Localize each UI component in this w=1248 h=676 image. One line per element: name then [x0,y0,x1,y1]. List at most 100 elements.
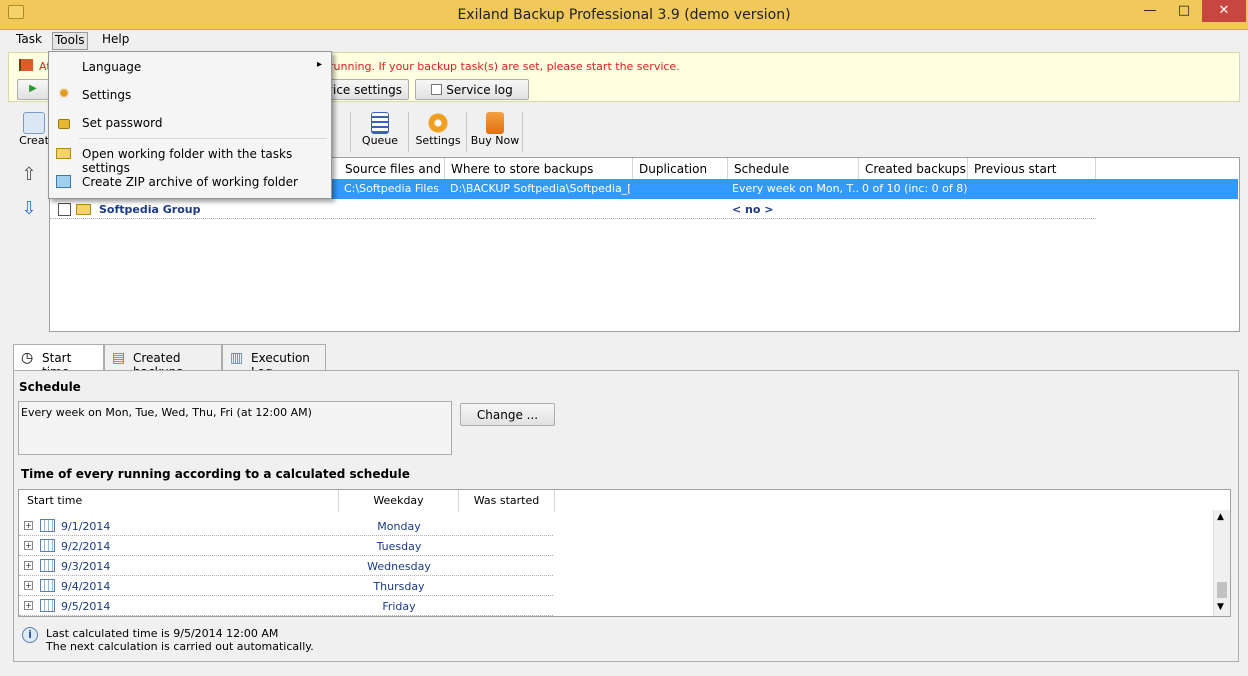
toolbar-separator [408,112,409,152]
schedule-heading: Schedule [19,380,81,394]
move-up-icon[interactable]: ⇧ [19,164,39,185]
calendar-icon [40,559,55,572]
gear-icon: ✹ [58,86,70,102]
group-checkbox[interactable] [58,203,71,216]
expand-icon[interactable]: + [24,581,33,590]
column-header[interactable]: Schedule [728,158,859,180]
calculated-times-grid: Start time Weekday Was started + 9/1/201… [18,489,1231,617]
table-row[interactable]: + 9/2/2014 Tuesday [19,536,553,556]
table-row[interactable]: + 9/5/2014 Friday [19,596,553,616]
column-header[interactable]: Weekday [339,490,459,512]
column-header[interactable]: Source files and ... [339,158,445,180]
row-weekday: Thursday [373,580,425,593]
tab-execution-log[interactable]: ▥Execution Log [222,344,326,379]
tab-start-time[interactable]: ◷Start time [13,344,104,379]
scroll-up-icon[interactable]: ▲ [1217,512,1224,522]
menu-tools[interactable]: Tools [52,32,88,50]
row-date: 9/2/2014 [61,540,111,553]
log-icon [431,84,443,95]
lock-icon [58,119,70,129]
backups-icon: ▤ [112,350,126,366]
buy-now-button[interactable]: Buy Now [470,110,520,154]
menu-item-label: Settings [82,88,132,102]
info-icon: i [22,627,38,643]
queue-label: Queue [361,134,399,147]
folder-open-icon [56,148,71,159]
column-header[interactable]: Previous start [968,158,1096,180]
scroll-down-icon[interactable]: ▼ [1217,602,1224,612]
toolbar-separator [350,112,351,152]
queue-button[interactable]: Queue [358,110,402,154]
schedule-text-box: Every week on Mon, Tue, Wed, Thu, Fri (a… [18,401,452,455]
menu-item-label: Create ZIP archive of working folder [82,175,298,189]
log-book-icon: ▥ [230,350,244,366]
menu-item-label: Set password [82,116,163,130]
tab-created-backups[interactable]: ▤Created backups [104,344,222,379]
move-down-icon[interactable]: ⇩ [19,198,39,219]
cell-schedule: Every week on Mon, T... [732,182,858,195]
create-label: Creat [19,134,49,147]
column-header[interactable]: Duplication [633,158,728,180]
menu-bar: Task Tools Help [0,30,1248,51]
expand-icon[interactable]: + [24,601,33,610]
calendar-icon [40,579,55,592]
table-row[interactable]: Softpedia Group < no > [50,199,1096,219]
column-header[interactable]: Was started [459,490,555,512]
play-icon: ▶ [29,83,37,94]
table-row[interactable]: + 9/4/2014 Thursday [19,576,553,596]
vertical-scrollbar[interactable]: ▲ ▼ [1213,510,1230,616]
create-task-icon [23,112,45,134]
buy-now-icon [486,112,504,134]
menu-item-set-password[interactable]: Set password [51,110,329,136]
row-date: 9/1/2014 [61,520,111,533]
toolbar-separator [466,112,467,152]
calendar-icon [40,539,55,552]
group-name: Softpedia Group [99,203,201,216]
window-title: Exiland Backup Professional 3.9 (demo ve… [457,7,791,23]
expand-icon[interactable]: + [24,541,33,550]
table-row[interactable]: + 9/3/2014 Wednesday [19,556,553,576]
row-date: 9/4/2014 [61,580,111,593]
close-button[interactable]: ✕ [1202,0,1246,22]
row-weekday: Tuesday [376,540,422,553]
menu-item-label: Language [82,60,142,74]
zip-archive-icon [56,175,71,188]
menu-task[interactable]: Task [16,32,42,46]
column-header[interactable]: Start time [19,490,339,512]
expand-icon[interactable]: + [24,561,33,570]
scroll-thumb[interactable] [1217,582,1227,598]
toolbar-separator [522,112,523,152]
menu-help[interactable]: Help [102,32,129,46]
minimize-button[interactable]: — [1136,0,1164,22]
maximize-button[interactable]: □ [1170,0,1198,22]
row-date: 9/5/2014 [61,600,111,613]
settings-button[interactable]: Settings [412,110,464,154]
table-row[interactable]: + 9/1/2014 Monday [19,516,553,536]
calendar-icon [40,519,55,532]
expand-icon[interactable]: + [24,521,33,530]
menu-separator [79,138,327,139]
submenu-arrow-icon: ▸ [317,59,323,70]
last-calculated-text: Last calculated time is 9/5/2014 12:00 A… [46,627,279,640]
menu-item-open-working-folder[interactable]: Open working folder with the tasks setti… [51,141,329,175]
calculated-heading: Time of every running according to a cal… [21,467,410,481]
group-schedule: < no > [732,203,774,216]
service-log-button[interactable]: Service log [415,79,529,100]
change-schedule-button[interactable]: Change ... [460,403,555,426]
menu-item-settings[interactable]: ✹ Settings [51,82,329,108]
clock-icon: ◷ [21,350,34,366]
start-service-button[interactable]: ▶ [17,79,49,100]
settings-label: Settings [415,134,461,147]
column-header[interactable]: Where to store backups [445,158,633,180]
row-weekday: Friday [382,600,416,613]
menu-item-create-zip[interactable]: Create ZIP archive of working folder [51,169,329,195]
title-bar: Exiland Backup Professional 3.9 (demo ve… [0,0,1248,30]
row-weekday: Wednesday [367,560,431,573]
column-header[interactable]: Created backups [859,158,968,180]
language-icon [56,58,72,74]
menu-item-language[interactable]: Language ▸ [51,54,329,80]
row-date: 9/3/2014 [61,560,111,573]
cell-destination: D:\BACKUP Softpedia\Softpedia_[... [450,182,630,195]
cell-created-backups: 0 of 10 (inc: 0 of 8) [862,182,968,195]
warning-flag-icon [19,59,33,71]
